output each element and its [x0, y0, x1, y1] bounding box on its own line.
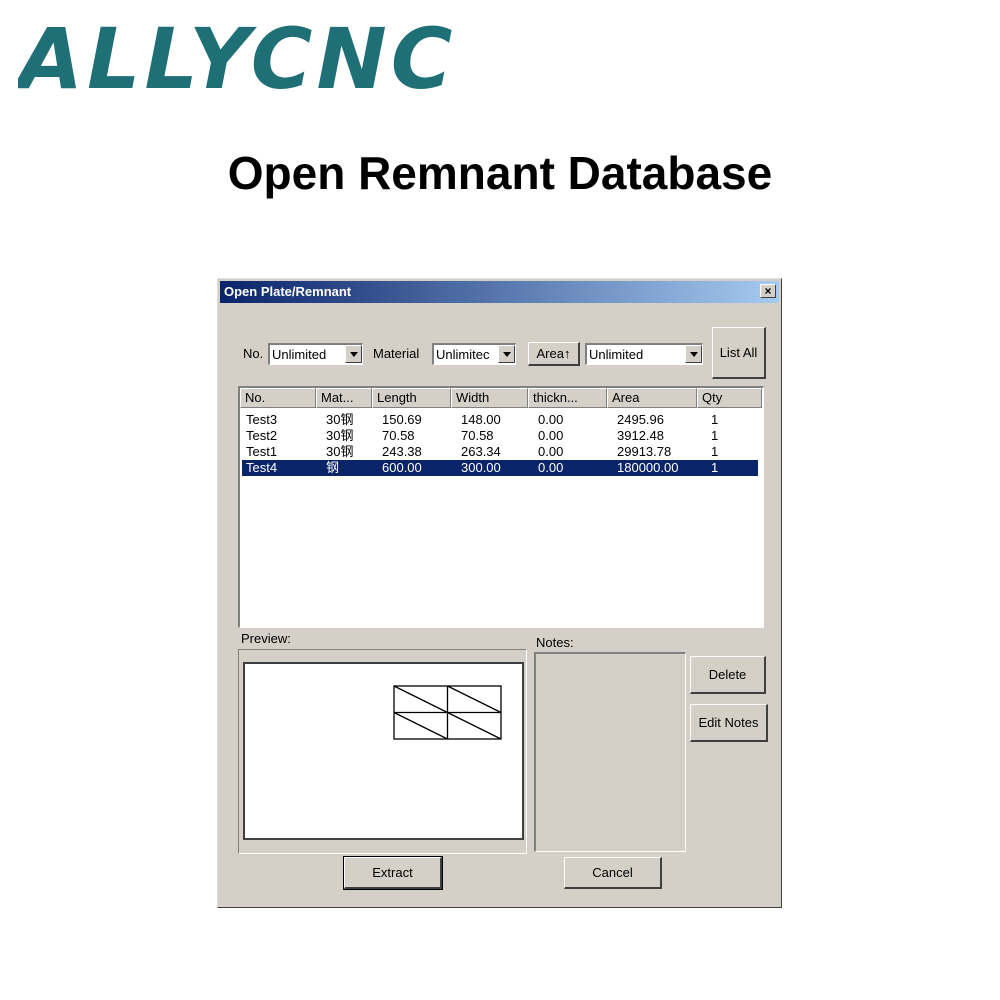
dialog-title: Open Plate/Remnant [224, 284, 352, 299]
open-remnant-dialog: Open Plate/Remnant × No. Unlimited Mater… [217, 278, 782, 908]
area-sort-button[interactable]: Area↑ [528, 342, 580, 366]
no-filter-select[interactable]: Unlimited [268, 343, 363, 365]
cell-area: 2495.96 [617, 412, 664, 427]
logo-text: ALLYCNC [18, 14, 456, 96]
cell-material: 钢 [326, 460, 340, 475]
cell-width: 300.00 [461, 460, 501, 475]
cell-length: 150.69 [382, 412, 422, 427]
page-heading: Open Remnant Database [227, 147, 773, 199]
column-header-qty[interactable]: Qty [697, 388, 762, 408]
column-header-width[interactable]: Width [451, 388, 528, 408]
table-row[interactable]: Test1 30钢 243.38 263.34 0.00 29913.78 1 [242, 444, 758, 460]
cell-length: 600.00 [382, 460, 422, 475]
column-header-area[interactable]: Area [607, 388, 697, 408]
preview-cut-line [393, 685, 448, 714]
material-filter-label: Material [373, 346, 420, 361]
table-row[interactable]: Test2 30钢 70.58 70.58 0.00 3912.48 1 [242, 428, 758, 444]
column-header-no[interactable]: No. [240, 388, 316, 408]
cell-area: 3912.48 [617, 428, 664, 443]
area-filter-select[interactable]: Unlimited [585, 343, 703, 365]
cell-qty: 1 [711, 460, 719, 475]
preview-canvas [243, 662, 524, 840]
cell-length: 70.58 [382, 428, 415, 443]
chevron-down-icon[interactable] [498, 345, 515, 363]
cell-thickness: 0.00 [538, 428, 564, 443]
area-filter-value: Unlimited [589, 347, 644, 362]
list-header: No. Mat... Length Width thickn... Area Q… [240, 388, 763, 408]
chevron-down-icon[interactable] [345, 345, 362, 363]
remnant-preview-drawing [393, 685, 502, 740]
preview-cut-line [393, 711, 448, 740]
cell-qty: 1 [711, 444, 719, 459]
cell-no: Test2 [246, 428, 278, 443]
cancel-button[interactable]: Cancel [564, 857, 662, 889]
cell-thickness: 0.00 [538, 460, 564, 475]
cell-material: 30钢 [326, 444, 354, 459]
material-filter-value: Unlimitec [436, 347, 490, 362]
preview-label: Preview: [241, 631, 291, 646]
table-row[interactable]: Test3 30钢 150.69 148.00 0.00 2495.96 1 [242, 412, 758, 428]
table-row[interactable]: Test4 钢 600.00 300.00 0.00 180000.00 1 [242, 460, 758, 476]
notes-label: Notes: [536, 635, 574, 650]
close-icon[interactable]: × [760, 284, 776, 298]
chevron-down-icon[interactable] [685, 345, 702, 363]
material-filter-select[interactable]: Unlimitec [432, 343, 516, 365]
remnant-list[interactable]: No. Mat... Length Width thickn... Area Q… [238, 386, 764, 628]
allycnc-logo: ALLYCNC [18, 14, 456, 96]
extract-button[interactable]: Extract [343, 856, 443, 890]
preview-cut-line [447, 685, 502, 714]
cell-width: 263.34 [461, 444, 501, 459]
cell-no: Test1 [246, 444, 278, 459]
cell-thickness: 0.00 [538, 444, 564, 459]
dialog-titlebar[interactable]: Open Plate/Remnant × [220, 281, 779, 303]
no-filter-value: Unlimited [272, 347, 327, 362]
cell-no: Test3 [246, 412, 278, 427]
cell-no: Test4 [246, 460, 278, 475]
column-header-thickness[interactable]: thickn... [528, 388, 607, 408]
no-filter-label: No. [243, 346, 264, 361]
column-header-length[interactable]: Length [372, 388, 451, 408]
column-header-material[interactable]: Mat... [316, 388, 372, 408]
delete-button[interactable]: Delete [690, 656, 766, 694]
notes-field[interactable] [534, 652, 686, 852]
cell-qty: 1 [711, 412, 719, 427]
list-all-button[interactable]: List All [712, 327, 766, 379]
cell-area: 180000.00 [617, 460, 679, 475]
preview-cut-line [447, 711, 502, 740]
cell-thickness: 0.00 [538, 412, 564, 427]
cell-area: 29913.78 [617, 444, 672, 459]
cell-width: 148.00 [461, 412, 501, 427]
cell-qty: 1 [711, 428, 719, 443]
cell-material: 30钢 [326, 428, 354, 443]
cell-material: 30钢 [326, 412, 354, 427]
cell-width: 70.58 [461, 428, 494, 443]
cell-length: 243.38 [382, 444, 422, 459]
edit-notes-button[interactable]: Edit Notes [690, 704, 768, 742]
